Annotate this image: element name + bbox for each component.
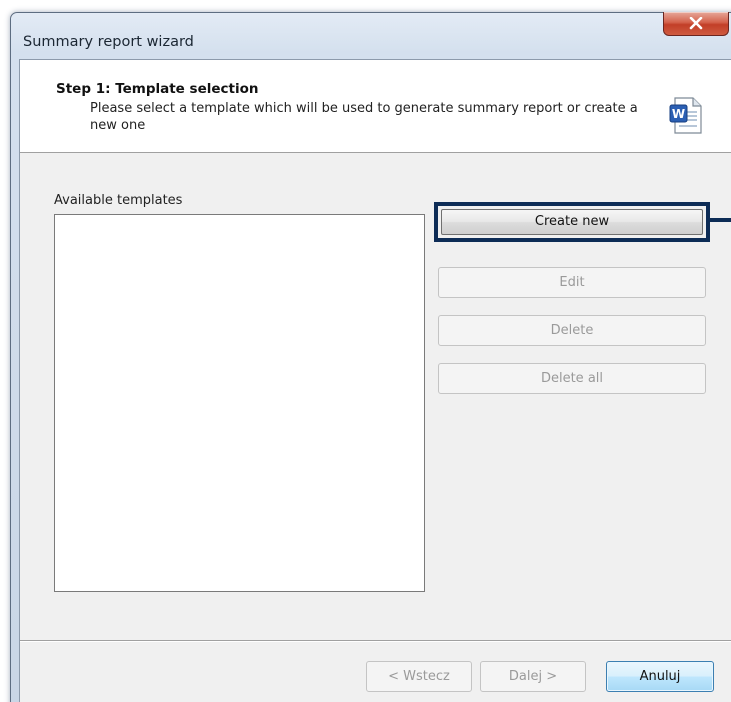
create-new-highlight: Create new <box>434 202 710 242</box>
edit-button[interactable]: Edit <box>438 267 706 298</box>
svg-text:W: W <box>672 107 685 121</box>
footer-separator <box>20 640 731 642</box>
wizard-header: Step 1: Template selection Please select… <box>20 60 731 153</box>
templates-list[interactable] <box>54 214 425 592</box>
delete-button[interactable]: Delete <box>438 315 706 346</box>
next-button[interactable]: Dalej > <box>480 661 586 692</box>
create-new-button[interactable]: Create new <box>441 209 703 235</box>
wizard-window: Summary report wizard Step 1: Template s… <box>10 12 731 702</box>
step-description: Please select a template which will be u… <box>90 101 638 133</box>
close-icon <box>689 17 703 30</box>
close-button[interactable] <box>663 12 729 36</box>
window-title: Summary report wizard <box>23 34 194 50</box>
back-button[interactable]: < Wstecz <box>366 661 472 692</box>
available-templates-label: Available templates <box>54 193 183 208</box>
client-area: Step 1: Template selection Please select… <box>19 59 731 702</box>
callout-connector <box>710 218 731 222</box>
screen: Summary report wizard Step 1: Template s… <box>0 0 731 702</box>
delete-all-button[interactable]: Delete all <box>438 363 706 394</box>
word-document-icon: W <box>667 96 705 136</box>
title-bar[interactable]: Summary report wizard <box>11 12 731 59</box>
step-title: Step 1: Template selection <box>56 81 259 97</box>
cancel-button[interactable]: Anuluj <box>606 661 714 692</box>
